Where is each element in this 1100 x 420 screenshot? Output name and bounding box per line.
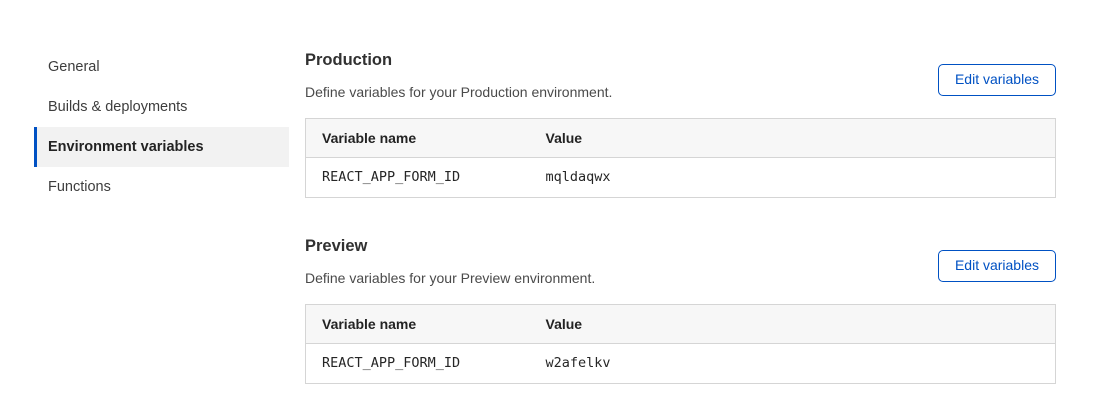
variable-name-cell: REACT_APP_FORM_ID: [306, 158, 530, 198]
settings-page: General Builds & deployments Environment…: [0, 0, 1100, 384]
column-header-variable-name: Variable name: [306, 305, 530, 344]
table-header-row: Variable name Value: [306, 119, 1056, 158]
sidebar-item-general[interactable]: General: [34, 47, 289, 87]
sidebar-item-builds-deployments[interactable]: Builds & deployments: [34, 87, 289, 127]
production-variables-table: Variable name Value REACT_APP_FORM_ID mq…: [305, 118, 1056, 198]
environment-variables-panel: Production Define variables for your Pro…: [305, 0, 1056, 384]
production-edit-variables-button[interactable]: Edit variables: [938, 64, 1056, 96]
sidebar-list: General Builds & deployments Environment…: [34, 47, 289, 207]
settings-sidebar: General Builds & deployments Environment…: [0, 0, 289, 384]
production-section: Production Define variables for your Pro…: [305, 50, 1056, 198]
variable-value-cell: mqldaqwx: [530, 158, 1056, 198]
table-row: REACT_APP_FORM_ID w2afelkv: [306, 344, 1056, 384]
column-header-value: Value: [530, 305, 1056, 344]
preview-edit-variables-button[interactable]: Edit variables: [938, 250, 1056, 282]
column-header-variable-name: Variable name: [306, 119, 530, 158]
sidebar-item-functions[interactable]: Functions: [34, 167, 289, 207]
preview-variables-table: Variable name Value REACT_APP_FORM_ID w2…: [305, 304, 1056, 384]
variable-name-cell: REACT_APP_FORM_ID: [306, 344, 530, 384]
table-row: REACT_APP_FORM_ID mqldaqwx: [306, 158, 1056, 198]
column-header-value: Value: [530, 119, 1056, 158]
sidebar-item-environment-variables[interactable]: Environment variables: [34, 127, 289, 167]
table-header-row: Variable name Value: [306, 305, 1056, 344]
preview-section: Preview Define variables for your Previe…: [305, 236, 1056, 384]
variable-value-cell: w2afelkv: [530, 344, 1056, 384]
